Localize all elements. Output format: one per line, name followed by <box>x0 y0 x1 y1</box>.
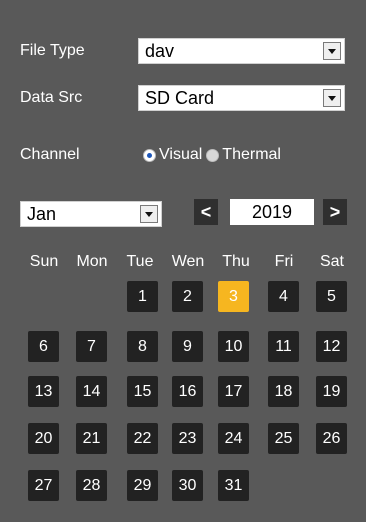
day-cell[interactable]: 27 <box>28 470 59 501</box>
channel-label: Channel <box>20 146 80 163</box>
day-cell[interactable]: 14 <box>76 376 107 407</box>
radio-visual-label: Visual <box>159 146 203 163</box>
data-src-label: Data Src <box>20 89 83 106</box>
data-src-select[interactable]: SD Card <box>138 85 345 111</box>
day-cell[interactable]: 1 <box>127 281 158 312</box>
weekday-tue: Tue <box>126 253 154 270</box>
file-type-select[interactable]: dav <box>138 38 345 64</box>
day-cell[interactable]: 23 <box>172 423 203 454</box>
prev-year-button[interactable]: < <box>194 199 218 225</box>
radio-visual[interactable] <box>143 148 156 162</box>
chevron-down-icon[interactable] <box>323 42 341 60</box>
day-cell[interactable]: 20 <box>28 423 59 454</box>
day-cell[interactable]: 16 <box>172 376 203 407</box>
day-cell[interactable]: 11 <box>268 331 299 362</box>
chevron-down-icon[interactable] <box>323 89 341 107</box>
day-cell[interactable]: 6 <box>28 331 59 362</box>
day-cell[interactable]: 9 <box>172 331 203 362</box>
day-cell[interactable]: 12 <box>316 331 347 362</box>
weekday-sat: Sat <box>319 253 344 270</box>
day-cell[interactable]: 8 <box>127 331 158 362</box>
year-display: 2019 <box>230 199 314 225</box>
file-type-label: File Type <box>20 42 85 59</box>
day-cell[interactable]: 18 <box>268 376 299 407</box>
day-cell[interactable]: 22 <box>127 423 158 454</box>
radio-thermal-label: Thermal <box>222 146 281 163</box>
month-value: Jan <box>27 204 57 224</box>
next-year-button[interactable]: > <box>323 199 347 225</box>
day-cell[interactable]: 2 <box>172 281 203 312</box>
weekday-fri: Fri <box>274 253 294 270</box>
day-cell[interactable]: 5 <box>316 281 347 312</box>
channel-radio-group: Visual Thermal <box>143 146 281 164</box>
day-cell[interactable]: 24 <box>218 423 249 454</box>
day-cell[interactable]: 26 <box>316 423 347 454</box>
weekday-mon: Mon <box>76 253 108 270</box>
weekday-thu: Thu <box>222 253 250 270</box>
file-type-value: dav <box>145 41 175 61</box>
day-cell[interactable]: 17 <box>218 376 249 407</box>
chevron-down-icon[interactable] <box>140 205 158 223</box>
day-cell[interactable]: 25 <box>268 423 299 454</box>
day-cell[interactable]: 31 <box>218 470 249 501</box>
month-select[interactable]: Jan <box>20 201 162 227</box>
day-cell[interactable]: 29 <box>127 470 158 501</box>
day-cell[interactable]: 4 <box>268 281 299 312</box>
day-cell[interactable]: 19 <box>316 376 347 407</box>
day-cell[interactable]: 7 <box>76 331 107 362</box>
data-src-value: SD Card <box>145 88 215 108</box>
day-cell[interactable]: 13 <box>28 376 59 407</box>
day-cell[interactable]: 10 <box>218 331 249 362</box>
weekday-wed: Wen <box>171 253 205 270</box>
weekday-sun: Sun <box>29 253 59 270</box>
day-cell[interactable]: 15 <box>127 376 158 407</box>
day-cell-selected[interactable]: 3 <box>218 281 249 312</box>
day-cell[interactable]: 30 <box>172 470 203 501</box>
radio-thermal[interactable] <box>206 148 220 162</box>
day-cell[interactable]: 28 <box>76 470 107 501</box>
day-cell[interactable]: 21 <box>76 423 107 454</box>
